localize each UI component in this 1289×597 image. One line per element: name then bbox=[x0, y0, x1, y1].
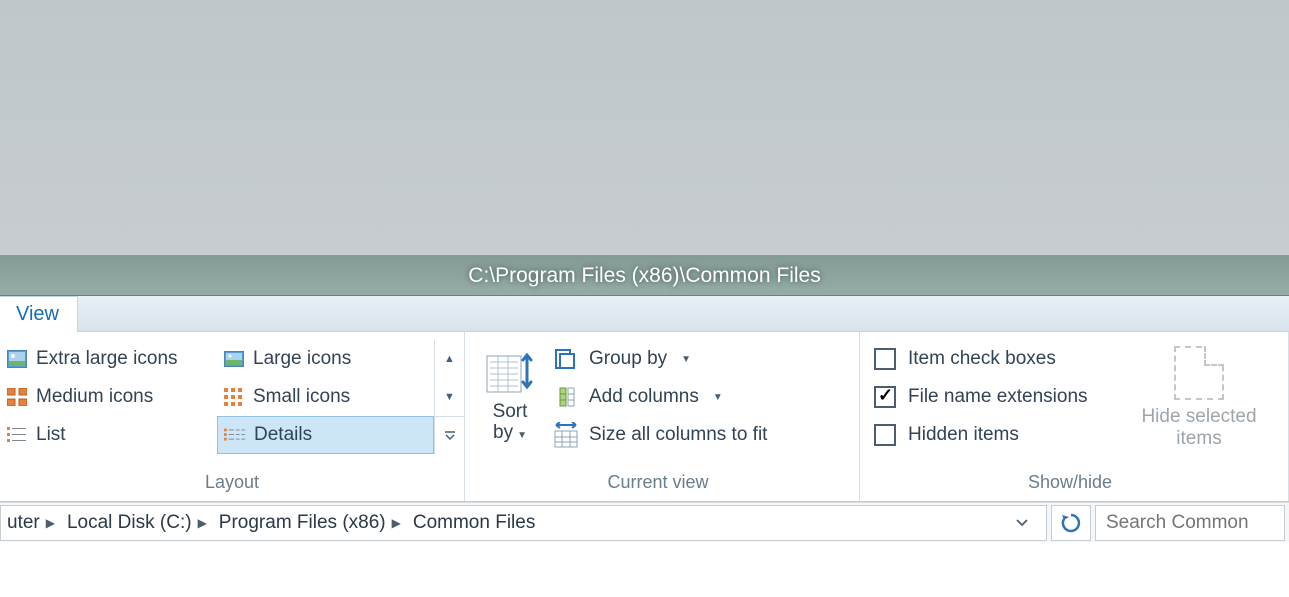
chevron-right-icon: ▶ bbox=[46, 516, 55, 530]
layout-extra-large-icons[interactable]: Extra large icons bbox=[0, 340, 217, 378]
checkbox-checked-icon bbox=[874, 386, 896, 408]
layout-scroll-down[interactable]: ▼ bbox=[435, 378, 464, 416]
layout-scroll-up[interactable]: ▲ bbox=[435, 340, 464, 378]
refresh-button[interactable] bbox=[1051, 505, 1091, 541]
list-icon bbox=[6, 426, 28, 444]
size-columns-icon bbox=[553, 422, 579, 448]
checkbox-icon bbox=[874, 348, 896, 370]
checkbox-icon bbox=[874, 424, 896, 446]
sort-by-button[interactable]: Sort by▼ bbox=[475, 340, 545, 454]
details-icon bbox=[224, 426, 246, 444]
layout-small-icons[interactable]: Small icons bbox=[217, 378, 434, 416]
extra-large-icons-icon bbox=[6, 350, 28, 368]
medium-icons-icon bbox=[6, 388, 28, 406]
chevron-right-icon: ▶ bbox=[392, 516, 401, 530]
explorer-window: C:\Program Files (x86)\Common Files View… bbox=[0, 255, 1289, 597]
search-input[interactable] bbox=[1095, 505, 1285, 541]
large-icons-icon bbox=[223, 350, 245, 368]
group-by-icon bbox=[553, 346, 579, 372]
layout-dropdown[interactable] bbox=[435, 416, 464, 454]
breadcrumb-common-files[interactable]: Common Files bbox=[407, 506, 541, 540]
add-columns-button[interactable]: Add columns ▼ bbox=[545, 378, 841, 416]
refresh-icon bbox=[1060, 512, 1082, 534]
layout-details[interactable]: Details bbox=[217, 416, 434, 454]
window-title: C:\Program Files (x86)\Common Files bbox=[468, 264, 820, 288]
group-by-button[interactable]: Group by ▼ bbox=[545, 340, 841, 378]
chevron-right-icon: ▶ bbox=[198, 516, 207, 530]
tab-view[interactable]: View bbox=[0, 296, 78, 332]
ribbon-group-showhide: Item check boxes File name extensions Hi… bbox=[860, 332, 1289, 501]
titlebar[interactable]: C:\Program Files (x86)\Common Files bbox=[0, 256, 1289, 296]
ribbon-tabs: View bbox=[0, 296, 1289, 332]
small-icons-icon bbox=[223, 388, 245, 406]
hidden-items-toggle[interactable]: Hidden items bbox=[866, 416, 1124, 454]
breadcrumb[interactable]: uter▶ Local Disk (C:)▶ Program Files (x8… bbox=[0, 505, 1047, 541]
size-columns-button[interactable]: Size all columns to fit bbox=[545, 416, 841, 454]
showhide-group-label: Show/hide bbox=[860, 468, 1280, 497]
hide-selected-items-button: Hide selected items bbox=[1124, 340, 1274, 456]
ribbon: Extra large icons Medium icons List bbox=[0, 332, 1289, 502]
address-bar: uter▶ Local Disk (C:)▶ Program Files (x8… bbox=[0, 502, 1289, 542]
breadcrumb-history-dropdown[interactable] bbox=[1006, 506, 1038, 540]
layout-medium-icons[interactable]: Medium icons bbox=[0, 378, 217, 416]
chevron-down-icon: ▼ bbox=[713, 392, 723, 403]
chevron-down-icon: ▼ bbox=[517, 430, 527, 441]
ribbon-group-currentview: Sort by▼ Group by ▼ bbox=[465, 332, 860, 501]
currentview-group-label: Current view bbox=[465, 468, 851, 497]
item-check-boxes-toggle[interactable]: Item check boxes bbox=[866, 340, 1124, 378]
chevron-down-icon: ▼ bbox=[681, 354, 691, 365]
breadcrumb-local-disk[interactable]: Local Disk (C:)▶ bbox=[61, 506, 213, 540]
layout-list[interactable]: List bbox=[0, 416, 217, 454]
layout-group-label: Layout bbox=[0, 468, 464, 497]
breadcrumb-computer[interactable]: uter▶ bbox=[1, 506, 61, 540]
hide-selected-icon bbox=[1174, 346, 1224, 400]
sort-icon bbox=[485, 350, 535, 398]
breadcrumb-program-files[interactable]: Program Files (x86)▶ bbox=[213, 506, 407, 540]
ribbon-group-layout: Extra large icons Medium icons List bbox=[0, 332, 465, 501]
layout-large-icons[interactable]: Large icons bbox=[217, 340, 434, 378]
add-columns-icon bbox=[553, 384, 579, 410]
file-name-extensions-toggle[interactable]: File name extensions bbox=[866, 378, 1124, 416]
